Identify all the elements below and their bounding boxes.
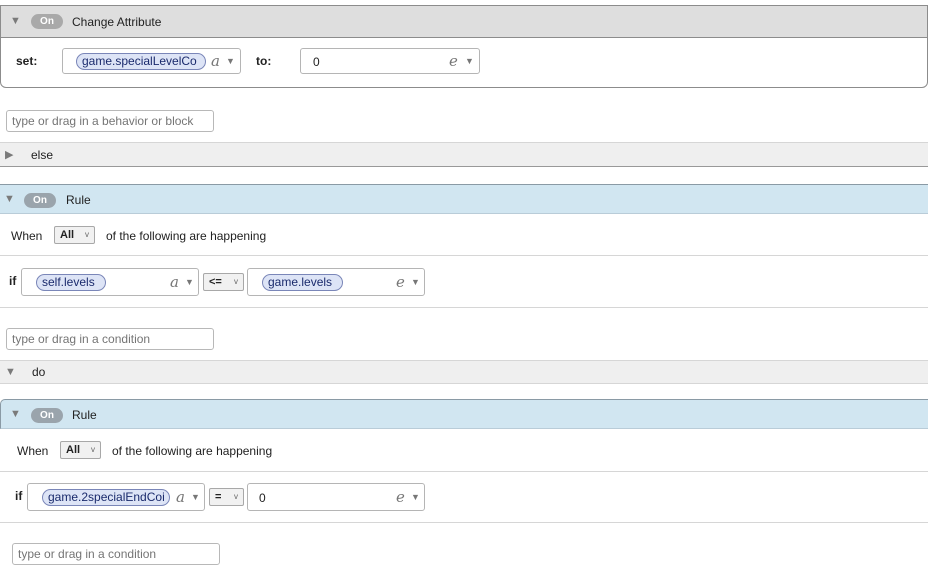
rule-header: ▼ On Rule [0,399,928,429]
attribute-token[interactable]: game.specialLevelCo [76,53,206,70]
collapse-triangle-icon[interactable]: ▼ [10,15,21,27]
condition-left-field[interactable]: game.2specialEndCoi a ▼ [27,483,205,511]
do-row[interactable]: ▼ do [0,360,928,384]
chevron-down-icon[interactable]: ▼ [411,277,420,287]
attribute-token[interactable]: self.levels [36,274,106,291]
condition-input[interactable] [12,543,220,565]
else-row[interactable]: ▶ else [0,142,928,167]
following-label: of the following are happening [106,229,267,243]
if-label: if [15,489,23,503]
row-divider [0,255,928,256]
value-text[interactable]: 0 [259,491,266,505]
chevron-down-icon: v [85,230,89,239]
expression-type-icon[interactable]: e [449,52,458,70]
condition-input[interactable] [6,328,214,350]
collapse-triangle-icon[interactable]: ▼ [5,366,16,378]
toggle-on-button[interactable]: On [24,193,56,208]
chevron-down-icon: v [234,277,238,286]
when-mode-select[interactable]: All v [60,441,101,459]
attribute-type-icon[interactable]: a [170,273,179,291]
set-label: set: [16,54,38,68]
toggle-on-button[interactable]: On [31,408,63,423]
attribute-token[interactable]: game.2specialEndCoi [42,489,170,506]
if-label: if [9,274,17,288]
chevron-down-icon[interactable]: ▼ [185,277,194,287]
row-divider [0,307,928,308]
row-divider [0,471,928,472]
when-mode-value: All [66,444,81,456]
expression-type-icon[interactable]: e [396,273,405,291]
attribute-token[interactable]: game.levels [262,274,343,291]
to-value-text[interactable]: 0 [313,55,320,69]
operator-select[interactable]: = v [209,488,244,506]
change-attribute-block: ▼ On Change Attribute set: game.specialL… [0,5,928,88]
when-label: When [17,444,49,458]
following-label: of the following are happening [112,444,273,458]
rule-header: ▼ On Rule [0,184,928,214]
to-label: to: [256,54,272,68]
to-value-field[interactable]: 0 e ▼ [300,48,480,74]
expand-triangle-icon[interactable]: ▶ [5,148,13,161]
operator-value: = [215,491,222,503]
block-title: Change Attribute [72,15,162,29]
chevron-down-icon: v [91,445,95,454]
condition-left-field[interactable]: self.levels a ▼ [21,268,199,296]
chevron-down-icon: v [234,492,238,501]
rule-title: Rule [72,408,97,422]
when-label: When [11,229,43,243]
do-label: do [32,365,46,379]
collapse-triangle-icon[interactable]: ▼ [10,408,21,420]
chevron-down-icon[interactable]: ▼ [411,492,420,502]
else-label: else [31,148,54,162]
attribute-type-icon[interactable]: a [176,488,185,506]
operator-value: <= [209,276,222,288]
chevron-down-icon[interactable]: ▼ [226,56,235,66]
operator-select[interactable]: <= v [203,273,244,291]
toggle-on-button[interactable]: On [31,14,63,29]
expression-type-icon[interactable]: e [396,488,405,506]
behavior-input[interactable] [6,110,214,132]
row-divider [0,522,928,523]
when-mode-select[interactable]: All v [54,226,95,244]
rule-title: Rule [66,193,91,207]
change-attribute-header: ▼ On Change Attribute [1,6,927,38]
condition-right-field[interactable]: game.levels e ▼ [247,268,425,296]
condition-right-field[interactable]: 0 e ▼ [247,483,425,511]
attribute-type-icon[interactable]: a [211,52,220,70]
chevron-down-icon[interactable]: ▼ [191,492,200,502]
collapse-triangle-icon[interactable]: ▼ [4,193,15,205]
chevron-down-icon[interactable]: ▼ [465,56,474,66]
when-mode-value: All [60,229,75,241]
set-attribute-field[interactable]: game.specialLevelCo a ▼ [62,48,241,74]
